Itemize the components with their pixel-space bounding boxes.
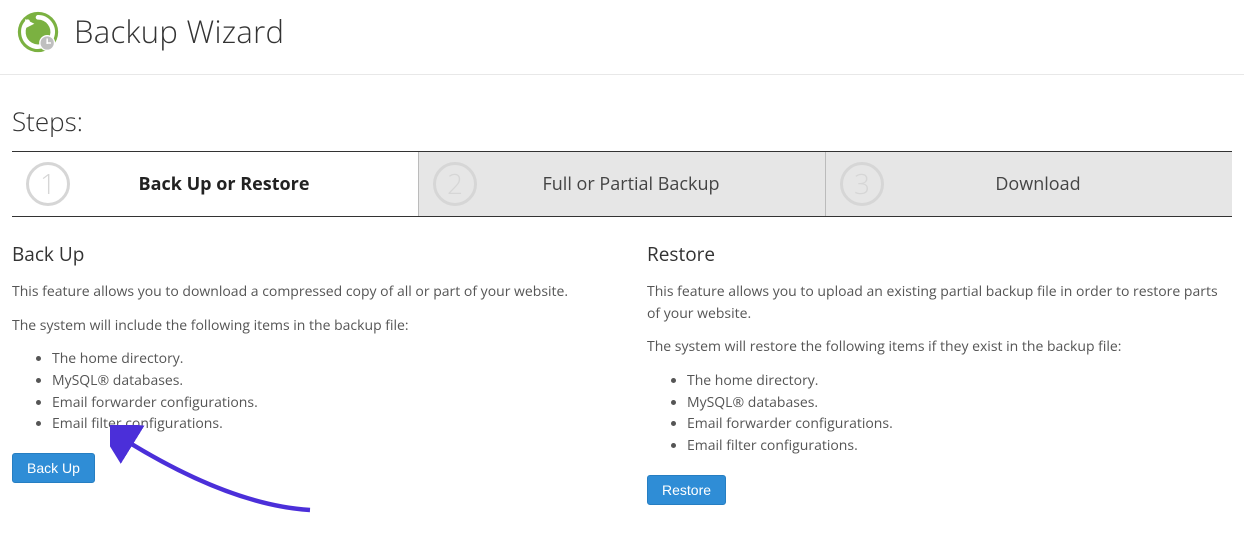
list-item: MySQL® databases. xyxy=(687,392,1232,414)
restore-items-list: The home directory. MySQL® databases. Em… xyxy=(687,370,1232,457)
page-header: Backup Wizard xyxy=(0,0,1244,75)
page-title: Backup Wizard xyxy=(74,11,284,53)
tab-number-3: 3 xyxy=(840,162,884,206)
tab-label: Full or Partial Backup xyxy=(477,172,825,196)
tab-label: Back Up or Restore xyxy=(70,172,418,196)
backup-heading: Back Up xyxy=(12,241,597,267)
tab-full-or-partial[interactable]: 2 Full or Partial Backup xyxy=(419,152,826,216)
list-item: The home directory. xyxy=(687,370,1232,392)
tab-number-1: 1 xyxy=(26,162,70,206)
backup-column: Back Up This feature allows you to downl… xyxy=(12,241,597,505)
content: Back Up This feature allows you to downl… xyxy=(0,217,1244,545)
steps-heading: Steps: xyxy=(0,75,1244,151)
tab-download[interactable]: 3 Download xyxy=(826,152,1232,216)
list-item: Email filter configurations. xyxy=(687,435,1232,457)
restore-heading: Restore xyxy=(647,241,1232,267)
steps-tabs: 1 Back Up or Restore 2 Full or Partial B… xyxy=(12,151,1232,217)
list-item: The home directory. xyxy=(52,348,597,370)
restore-items-intro: The system will restore the following it… xyxy=(647,336,1232,358)
tab-backup-or-restore[interactable]: 1 Back Up or Restore xyxy=(12,152,419,216)
list-item: Email forwarder configurations. xyxy=(687,413,1232,435)
arrow-annotation-icon xyxy=(110,425,330,530)
backup-items-intro: The system will include the following it… xyxy=(12,315,597,337)
backup-wizard-icon xyxy=(16,10,60,54)
tab-label: Download xyxy=(884,172,1232,196)
list-item: MySQL® databases. xyxy=(52,370,597,392)
list-item: Email forwarder configurations. xyxy=(52,392,597,414)
backup-description: This feature allows you to download a co… xyxy=(12,281,597,303)
tab-number-2: 2 xyxy=(433,162,477,206)
restore-description: This feature allows you to upload an exi… xyxy=(647,281,1232,324)
list-item: Email filter configurations. xyxy=(52,413,597,435)
restore-button[interactable]: Restore xyxy=(647,475,726,505)
backup-items-list: The home directory. MySQL® databases. Em… xyxy=(52,348,597,435)
restore-column: Restore This feature allows you to uploa… xyxy=(647,241,1232,505)
backup-button[interactable]: Back Up xyxy=(12,453,95,483)
